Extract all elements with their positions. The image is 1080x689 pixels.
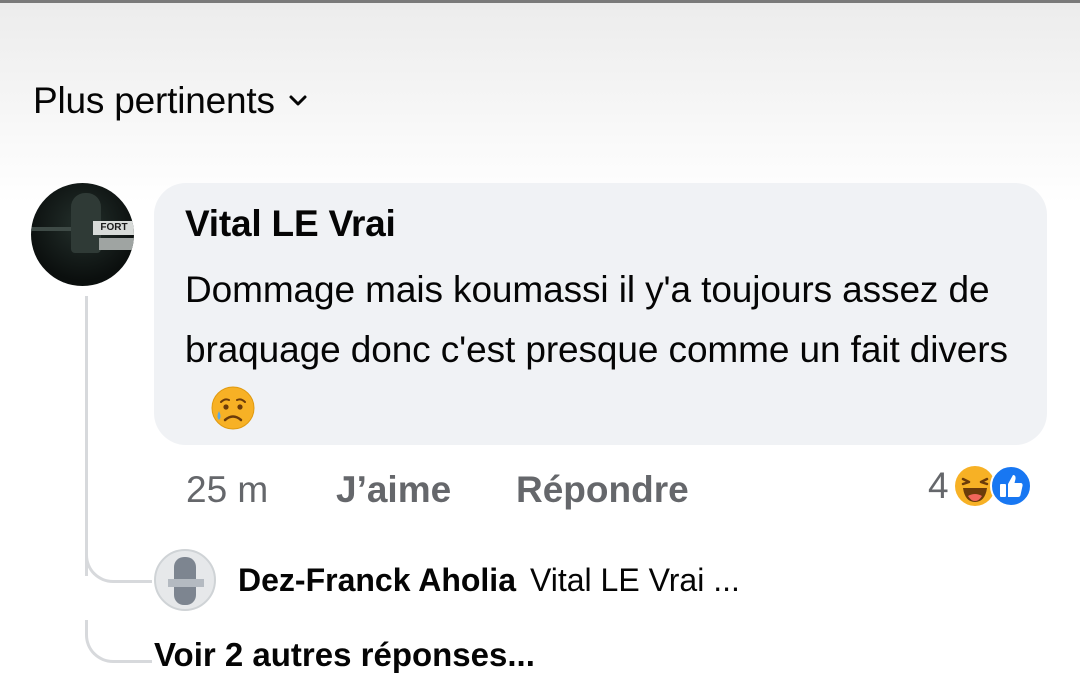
reply-preview[interactable]: Dez-Franck Aholia Vital LE Vrai ...	[238, 562, 740, 599]
reaction-count: 4	[928, 465, 949, 506]
reply-avatar[interactable]	[154, 549, 216, 611]
comment-author[interactable]: Vital LE Vrai	[185, 203, 396, 245]
reply-button[interactable]: Répondre	[516, 469, 689, 511]
sort-label: Plus pertinents	[33, 80, 275, 121]
avatar-sign-lower	[99, 238, 134, 250]
reply-avatar-arms	[168, 579, 204, 587]
comment-text: Dommage mais koumassi il y'a toujours as…	[185, 269, 1008, 370]
like-reaction-icon	[989, 465, 1032, 507]
avatar-sign: FORT	[93, 221, 134, 235]
comment-text-block: Dommage mais koumassi il y'a toujours as…	[185, 260, 1035, 440]
sad-tear-face-icon	[211, 386, 255, 430]
sort-dropdown[interactable]: Plus pertinents	[33, 80, 309, 122]
commenter-avatar[interactable]: FORT	[31, 183, 134, 286]
comment-actions: 25 m J’aime Répondre	[186, 469, 689, 511]
comment-time[interactable]: 25 m	[186, 469, 336, 511]
reply-author[interactable]: Dez-Franck Aholia	[238, 562, 516, 599]
thread-elbow-reply	[85, 540, 152, 583]
reactions-summary[interactable]: 4	[928, 464, 1033, 508]
chevron-down-icon	[289, 95, 307, 106]
thread-elbow-more	[85, 620, 152, 663]
reply-snippet: Vital LE Vrai ...	[529, 562, 740, 598]
view-more-replies[interactable]: Voir 2 autres réponses...	[154, 636, 535, 674]
like-button[interactable]: J’aime	[336, 469, 516, 511]
thread-line	[85, 296, 88, 576]
comment-bubble: Vital LE Vrai Dommage mais koumassi il y…	[154, 183, 1047, 445]
